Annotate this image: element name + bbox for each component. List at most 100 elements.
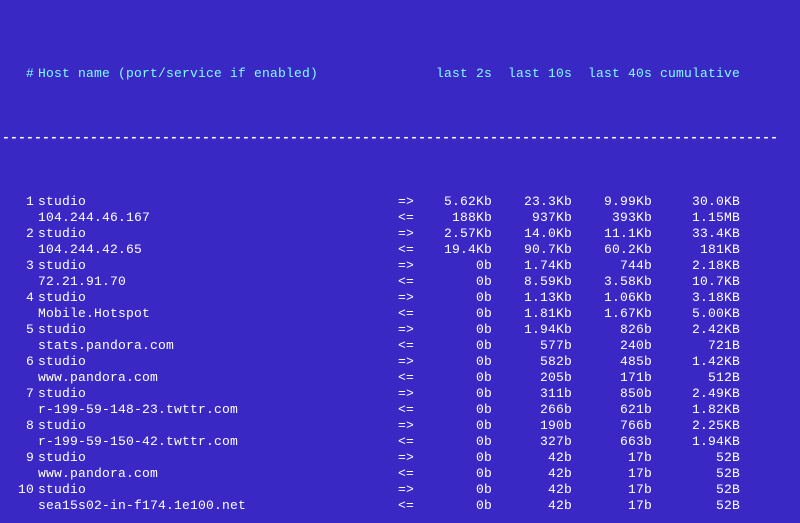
row-host: www.pandora.com	[38, 370, 398, 386]
val-cum: 2.25KB	[652, 418, 740, 434]
table-row: 5studio=>0b1.94Kb826b2.42KB	[2, 322, 798, 338]
row-idx	[2, 338, 38, 354]
direction-icon: <=	[398, 274, 422, 290]
val-cum: 33.4KB	[652, 226, 740, 242]
direction-icon: =>	[398, 386, 422, 402]
row-idx: 1	[2, 194, 38, 210]
direction-icon: <=	[398, 370, 422, 386]
val-2s: 0b	[422, 306, 492, 322]
header-last-10s: last 10s	[492, 66, 572, 82]
header-row: # Host name (port/service if enabled) la…	[2, 66, 798, 82]
header-last-40s: last 40s	[572, 66, 652, 82]
iftop-terminal[interactable]: # Host name (port/service if enabled) la…	[0, 0, 800, 523]
val-cum: 52B	[652, 466, 740, 482]
row-host: Mobile.Hotspot	[38, 306, 398, 322]
val-10s: 42b	[492, 482, 572, 498]
direction-icon: =>	[398, 450, 422, 466]
val-2s: 0b	[422, 338, 492, 354]
val-2s: 0b	[422, 450, 492, 466]
val-2s: 0b	[422, 274, 492, 290]
row-host: studio	[38, 354, 398, 370]
val-40s: 17b	[572, 466, 652, 482]
val-40s: 171b	[572, 370, 652, 386]
row-host: studio	[38, 290, 398, 306]
row-idx: 10	[2, 482, 38, 498]
val-2s: 0b	[422, 386, 492, 402]
table-row: sea15s02-in-f174.1e100.net<=0b42b17b52B	[2, 498, 798, 514]
table-row: 2studio=>2.57Kb14.0Kb11.1Kb33.4KB	[2, 226, 798, 242]
val-2s: 5.62Kb	[422, 194, 492, 210]
direction-icon: =>	[398, 482, 422, 498]
row-idx: 9	[2, 450, 38, 466]
val-40s: 1.06Kb	[572, 290, 652, 306]
header-idx: #	[2, 66, 38, 82]
val-cum: 1.15MB	[652, 210, 740, 226]
direction-icon: =>	[398, 290, 422, 306]
row-idx: 6	[2, 354, 38, 370]
row-host: 104.244.46.167	[38, 210, 398, 226]
val-40s: 17b	[572, 498, 652, 514]
val-cum: 2.42KB	[652, 322, 740, 338]
table-row: 10studio=>0b42b17b52B	[2, 482, 798, 498]
direction-icon: <=	[398, 466, 422, 482]
val-10s: 90.7Kb	[492, 242, 572, 258]
val-10s: 311b	[492, 386, 572, 402]
val-40s: 3.58Kb	[572, 274, 652, 290]
val-10s: 1.13Kb	[492, 290, 572, 306]
header-host: Host name (port/service if enabled)	[38, 66, 398, 82]
row-idx: 5	[2, 322, 38, 338]
header-cumulative: cumulative	[652, 66, 740, 82]
val-cum: 52B	[652, 498, 740, 514]
table-row: 7studio=>0b311b850b2.49KB	[2, 386, 798, 402]
val-40s: 766b	[572, 418, 652, 434]
row-host: 104.244.42.65	[38, 242, 398, 258]
row-host: r-199-59-150-42.twttr.com	[38, 434, 398, 450]
val-2s: 19.4Kb	[422, 242, 492, 258]
direction-icon: <=	[398, 306, 422, 322]
direction-icon: =>	[398, 194, 422, 210]
row-host: studio	[38, 258, 398, 274]
table-row: Mobile.Hotspot<=0b1.81Kb1.67Kb5.00KB	[2, 306, 798, 322]
row-idx	[2, 274, 38, 290]
val-40s: 393Kb	[572, 210, 652, 226]
val-40s: 60.2Kb	[572, 242, 652, 258]
val-2s: 0b	[422, 434, 492, 450]
val-40s: 240b	[572, 338, 652, 354]
row-host: studio	[38, 226, 398, 242]
table-row: 104.244.42.65<=19.4Kb90.7Kb60.2Kb181KB	[2, 242, 798, 258]
val-10s: 205b	[492, 370, 572, 386]
val-10s: 1.74Kb	[492, 258, 572, 274]
row-host: studio	[38, 322, 398, 338]
val-cum: 181KB	[652, 242, 740, 258]
val-10s: 1.81Kb	[492, 306, 572, 322]
row-idx: 3	[2, 258, 38, 274]
direction-icon: <=	[398, 338, 422, 354]
val-2s: 0b	[422, 466, 492, 482]
table-row: r-199-59-148-23.twttr.com<=0b266b621b1.8…	[2, 402, 798, 418]
val-40s: 744b	[572, 258, 652, 274]
table-row: www.pandora.com<=0b205b171b512B	[2, 370, 798, 386]
val-40s: 9.99Kb	[572, 194, 652, 210]
val-2s: 0b	[422, 418, 492, 434]
table-row: 9studio=>0b42b17b52B	[2, 450, 798, 466]
val-40s: 826b	[572, 322, 652, 338]
row-idx	[2, 370, 38, 386]
val-cum: 2.18KB	[652, 258, 740, 274]
val-10s: 937Kb	[492, 210, 572, 226]
val-10s: 14.0Kb	[492, 226, 572, 242]
row-host: studio	[38, 418, 398, 434]
table-row: 6studio=>0b582b485b1.42KB	[2, 354, 798, 370]
val-10s: 42b	[492, 450, 572, 466]
val-10s: 190b	[492, 418, 572, 434]
header-last-2s: last 2s	[422, 66, 492, 82]
row-host: studio	[38, 482, 398, 498]
table-row: 4studio=>0b1.13Kb1.06Kb3.18KB	[2, 290, 798, 306]
divider-top: ----------------------------------------…	[2, 130, 798, 146]
val-cum: 512B	[652, 370, 740, 386]
val-10s: 8.59Kb	[492, 274, 572, 290]
val-10s: 266b	[492, 402, 572, 418]
table-row: 8studio=>0b190b766b2.25KB	[2, 418, 798, 434]
table-row: 3studio=>0b1.74Kb744b2.18KB	[2, 258, 798, 274]
val-10s: 582b	[492, 354, 572, 370]
val-cum: 52B	[652, 450, 740, 466]
